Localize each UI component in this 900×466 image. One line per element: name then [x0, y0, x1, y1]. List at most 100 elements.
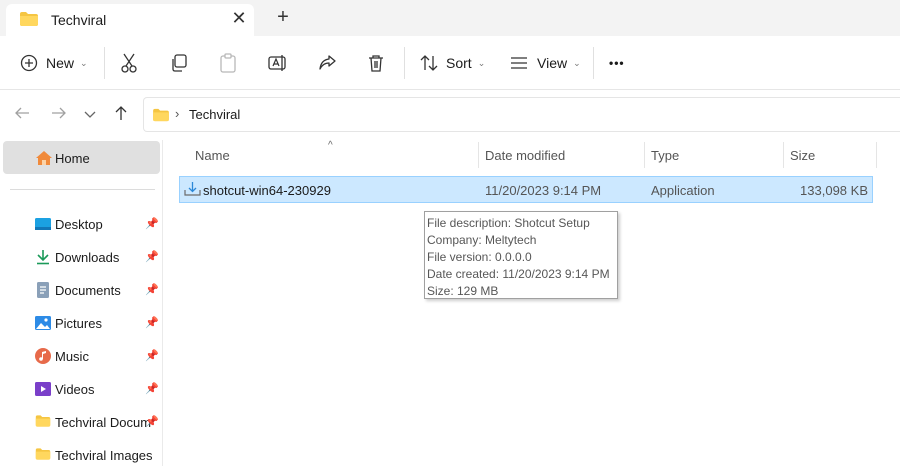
rename-button[interactable] — [268, 48, 288, 78]
breadcrumb-separator[interactable]: › — [175, 106, 179, 121]
pin-icon: 📌 — [145, 383, 159, 395]
navigation-pane: Home Desktop 📌 Downloads 📌 Documents 📌 P… — [0, 140, 163, 466]
toolbar-divider — [104, 47, 105, 79]
sidebar-item-label: Documents — [55, 283, 121, 298]
up-button[interactable] — [110, 104, 132, 126]
cut-icon — [120, 53, 138, 73]
navigation-bar: › Techviral — [0, 90, 900, 140]
add-circle-icon — [20, 54, 38, 72]
tooltip-size: Size: 129 MB — [427, 284, 499, 298]
pin-icon: 📌 — [145, 251, 159, 263]
desktop-icon — [35, 216, 51, 232]
chevron-down-icon: ⌄ — [477, 57, 486, 68]
videos-icon — [35, 381, 51, 397]
recent-locations-button[interactable] — [79, 104, 101, 126]
view-button[interactable]: View ⌄ — [510, 48, 581, 78]
sidebar-item-desktop[interactable]: Desktop 📌 — [0, 209, 163, 239]
more-options-button[interactable]: ••• — [609, 48, 625, 78]
sidebar-item-label: Techviral Docum — [55, 415, 152, 430]
column-header-size[interactable]: Size — [790, 148, 815, 172]
file-type: Application — [651, 183, 715, 198]
close-tab-icon[interactable]: ✕ — [228, 7, 250, 29]
sidebar-item-techviral-documents[interactable]: Techviral Docum 📌 — [0, 407, 163, 437]
file-list: ^ Name Date modified Type Size shotcut-w… — [163, 140, 900, 466]
address-bar[interactable]: › Techviral — [143, 97, 900, 132]
pin-icon: 📌 — [145, 317, 159, 329]
sidebar-item-label: Desktop — [55, 217, 103, 232]
view-label: View — [537, 55, 568, 71]
table-row[interactable]: shotcut-win64-230929 11/20/2023 9:14 PM … — [179, 176, 873, 203]
new-button[interactable]: New ⌄ — [20, 48, 88, 78]
column-divider[interactable] — [783, 142, 784, 168]
sort-button[interactable]: Sort ⌄ — [420, 48, 485, 78]
file-name: shotcut-win64-230929 — [203, 183, 331, 198]
sidebar-item-music[interactable]: Music 📌 — [0, 341, 163, 371]
file-explorer-window: Techviral ✕ + New ⌄ Sort ⌄ View ⌄ ••• › … — [0, 0, 900, 466]
documents-icon — [35, 282, 51, 298]
share-icon — [318, 54, 336, 72]
paste-button[interactable] — [219, 48, 237, 78]
sidebar-item-pictures[interactable]: Pictures 📌 — [0, 308, 163, 338]
rename-icon — [268, 54, 288, 72]
sidebar-item-label: Videos — [55, 382, 95, 397]
tooltip-file-description: File description: Shotcut Setup — [427, 216, 590, 230]
chevron-down-icon: ⌄ — [573, 57, 581, 68]
new-tab-button[interactable]: + — [272, 5, 294, 29]
toolbar-divider — [404, 47, 405, 79]
command-bar: New ⌄ Sort ⌄ View ⌄ ••• — [0, 36, 900, 90]
sidebar-item-label: Home — [55, 151, 90, 166]
new-label: New — [46, 55, 75, 71]
column-header-type[interactable]: Type — [651, 148, 679, 172]
download-icon — [35, 249, 51, 265]
sidebar-item-techviral-images[interactable]: Techviral Images — [0, 440, 163, 466]
sidebar-item-label: Downloads — [55, 250, 120, 265]
tooltip-company: Company: Meltytech — [427, 233, 537, 247]
tab-title: Techviral — [51, 12, 107, 28]
pin-icon: 📌 — [145, 218, 159, 230]
sort-ascending-icon: ^ — [328, 140, 333, 151]
sort-icon — [420, 54, 438, 72]
chevron-down-icon: ⌄ — [80, 57, 88, 68]
arrow-up-icon — [114, 105, 128, 126]
file-date-modified: 11/20/2023 9:14 PM — [485, 183, 602, 198]
sidebar-divider — [10, 189, 155, 190]
column-divider[interactable] — [876, 142, 877, 168]
pin-icon: 📌 — [145, 284, 159, 296]
folder-icon — [152, 108, 170, 127]
sidebar-item-home[interactable]: Home — [3, 141, 160, 174]
tooltip-date-created: Date created: 11/20/2023 9:14 PM — [427, 267, 610, 281]
pin-icon: 📌 — [145, 416, 159, 428]
folder-icon — [19, 11, 39, 32]
sidebar-item-documents[interactable]: Documents 📌 — [0, 275, 163, 305]
sidebar-item-downloads[interactable]: Downloads 📌 — [0, 242, 163, 272]
pin-icon: 📌 — [145, 350, 159, 362]
sort-label: Sort — [446, 55, 472, 71]
file-info-tooltip: File description: Shotcut Setup Company:… — [424, 211, 618, 299]
breadcrumb-techviral[interactable]: Techviral — [189, 107, 240, 122]
forward-button[interactable] — [48, 104, 70, 126]
file-size: 133,098 KB — [800, 183, 868, 198]
installer-icon — [184, 182, 201, 202]
pictures-icon — [35, 315, 51, 331]
arrow-right-icon — [51, 106, 67, 125]
trash-icon — [367, 54, 385, 73]
sidebar-item-label: Techviral Images — [55, 448, 153, 463]
toolbar-divider — [593, 47, 594, 79]
copy-button[interactable] — [170, 48, 188, 78]
tab-bar: Techviral ✕ + — [0, 0, 900, 36]
tab-techviral[interactable]: Techviral ✕ — [6, 4, 254, 36]
delete-button[interactable] — [367, 48, 385, 78]
chevron-down-icon — [84, 106, 96, 124]
view-icon — [510, 56, 528, 70]
column-divider[interactable] — [478, 142, 479, 168]
column-header-date-modified[interactable]: Date modified — [485, 148, 565, 172]
arrow-left-icon — [14, 106, 30, 125]
home-icon — [35, 150, 53, 171]
sidebar-item-videos[interactable]: Videos 📌 — [0, 374, 163, 404]
copy-icon — [170, 54, 188, 72]
back-button[interactable] — [11, 104, 33, 126]
cut-button[interactable] — [120, 48, 138, 78]
share-button[interactable] — [318, 48, 336, 78]
column-divider[interactable] — [644, 142, 645, 168]
column-header-name[interactable]: Name — [195, 148, 230, 172]
